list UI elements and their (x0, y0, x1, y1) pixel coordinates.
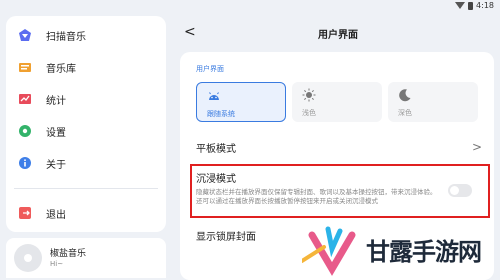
section-label: 用户界面 (196, 65, 224, 73)
immersive-mode-description: 隐藏状态栏并在播放界面仅保留专辑封面、歌词以及基本操控按钮，带来沉浸体验。还可以… (196, 188, 437, 205)
lockscreen-cover-title[interactable]: 显示锁屏封面 (196, 228, 256, 243)
immersive-mode-toggle[interactable] (448, 184, 472, 197)
sidebar-item-stats[interactable]: 统计 (6, 86, 166, 112)
sidebar-item-label: 统计 (46, 95, 66, 107)
theme-option-light[interactable]: 浅色 (292, 82, 382, 122)
wifi-icon (455, 2, 466, 9)
sidebar-item-label: 设置 (46, 127, 66, 139)
sidebar-item-scan[interactable]: 扫描音乐 (6, 22, 166, 48)
sidebar-item-label: 扫描音乐 (46, 31, 86, 43)
album-disc-icon (14, 244, 42, 272)
tablet-mode-title[interactable]: 平板模式 (196, 140, 236, 155)
player-subtitle: Hi~ (50, 260, 64, 268)
theme-label: 深色 (398, 109, 412, 117)
android-icon (207, 89, 221, 103)
moon-icon (398, 88, 412, 102)
page-title: 用户界面 (318, 30, 358, 41)
status-time: 4:18 (476, 1, 494, 10)
sidebar-item-label: 退出 (46, 209, 66, 221)
toggle-knob (450, 186, 459, 195)
theme-option-system[interactable]: 跟随系统 (196, 82, 286, 122)
sidebar-item-label: 音乐库 (46, 63, 76, 75)
theme-label: 浅色 (302, 109, 316, 117)
status-bar: 4:18 (0, 0, 500, 14)
sidebar: 扫描音乐 音乐库 统计 设置 关于 退出 (6, 16, 166, 232)
sidebar-item-label: 关于 (46, 159, 66, 171)
status-icons: 4:18 (455, 1, 494, 10)
scan-icon (18, 28, 32, 42)
sidebar-item-library[interactable]: 音乐库 (6, 54, 166, 80)
exit-icon (18, 206, 32, 220)
battery-icon (468, 1, 474, 10)
chevron-right-icon[interactable]: > (472, 140, 482, 154)
gear-icon (18, 124, 32, 138)
sidebar-divider (14, 188, 158, 189)
theme-label: 跟随系统 (207, 110, 235, 118)
sidebar-item-settings[interactable]: 设置 (6, 118, 166, 144)
info-icon (18, 156, 32, 170)
immersive-mode-title: 沉浸模式 (196, 174, 236, 185)
watermark-logo-icon (300, 225, 360, 279)
back-button[interactable]: < (184, 24, 196, 40)
stats-icon (18, 92, 32, 106)
theme-option-dark[interactable]: 深色 (388, 82, 478, 122)
library-icon (18, 60, 32, 74)
mini-player[interactable]: 椒盐音乐 Hi~ (6, 238, 166, 278)
sidebar-item-exit[interactable]: 退出 (6, 200, 166, 226)
sun-icon (302, 88, 316, 102)
sidebar-item-about[interactable]: 关于 (6, 150, 166, 176)
watermark-text: 甘露手游网 (366, 238, 482, 266)
player-title: 椒盐音乐 (50, 249, 87, 259)
